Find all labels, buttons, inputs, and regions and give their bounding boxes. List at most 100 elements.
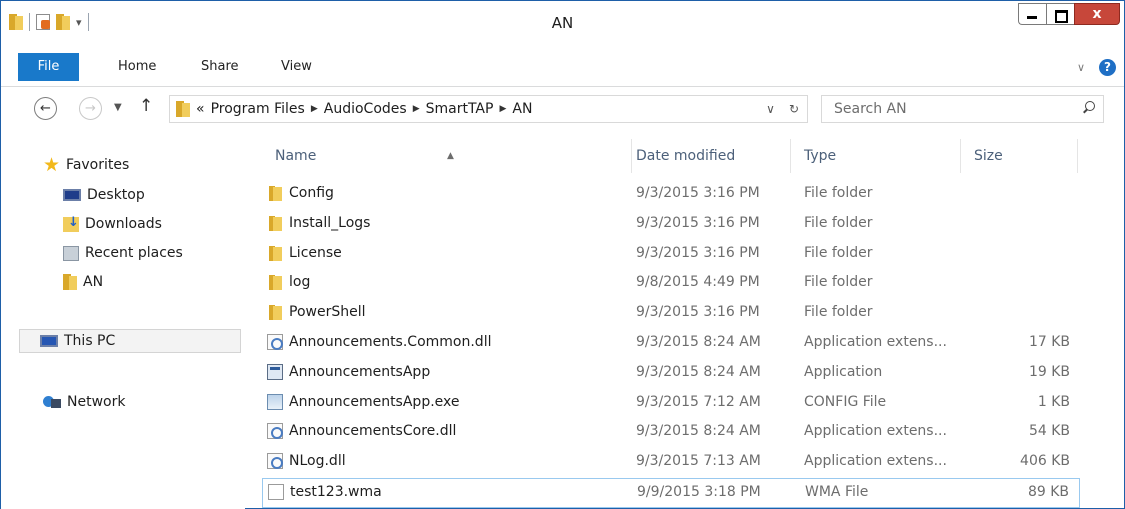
dll-icon bbox=[267, 423, 283, 440]
file-row[interactable]: PowerShell 9/3/2015 3:16 PM File folder bbox=[262, 299, 1080, 329]
nav-favorites[interactable]: ★ Favorites bbox=[43, 153, 129, 177]
file-date: 9/3/2015 3:16 PM bbox=[636, 244, 760, 261]
file-row[interactable]: NLog.dll 9/3/2015 7:13 AM Application exte… bbox=[262, 448, 1080, 478]
nav-label: This PC bbox=[64, 333, 116, 349]
column-header-name[interactable]: ▲ Name bbox=[262, 139, 632, 173]
nav-label: Downloads bbox=[85, 216, 162, 232]
file-size: 406 KB bbox=[1020, 453, 1070, 470]
file-type: Application bbox=[804, 363, 883, 380]
file-name-cell: AnnouncementsCore.dll bbox=[267, 423, 457, 440]
chevron-right-icon[interactable]: ▶ bbox=[499, 104, 506, 114]
column-header-date[interactable]: Date modified bbox=[623, 139, 791, 173]
window-title: AN bbox=[551, 14, 574, 32]
up-arrow-icon[interactable]: ↑ bbox=[139, 96, 153, 116]
column-label: Size bbox=[974, 148, 1003, 164]
folder-icon bbox=[63, 274, 77, 290]
file-name-cell: PowerShell bbox=[267, 304, 365, 321]
refresh-icon[interactable]: ↻ bbox=[789, 102, 799, 116]
folder-icon bbox=[267, 304, 283, 321]
file-name-cell: Config bbox=[267, 185, 334, 201]
chevron-right-icon[interactable]: ▶ bbox=[311, 104, 318, 114]
chevron-down-icon[interactable]: ∨ bbox=[766, 102, 775, 116]
breadcrumb: « Program Files ▶ AudioCodes ▶ SmartTAP … bbox=[196, 101, 532, 117]
file-type: File folder bbox=[804, 304, 873, 321]
breadcrumb-item[interactable]: SmartTAP bbox=[426, 101, 494, 117]
folder-icon bbox=[267, 245, 283, 261]
minimize-button[interactable] bbox=[1018, 3, 1046, 25]
nav-label: Desktop bbox=[87, 187, 145, 203]
file-size: 89 KB bbox=[1027, 484, 1069, 500]
tab-share[interactable]: Share bbox=[201, 53, 239, 81]
help-icon[interactable]: ? bbox=[1099, 59, 1116, 76]
nav-an[interactable]: AN bbox=[63, 270, 103, 294]
file-icon bbox=[268, 484, 284, 500]
address-row: ← → ▼ ↑ « Program Files ▶ AudioCodes ▶ S… bbox=[1, 87, 1124, 133]
file-row[interactable]: Config 9/3/2015 3:16 PM File folder bbox=[262, 180, 1080, 210]
star-icon: ★ bbox=[43, 154, 61, 176]
nav-downloads[interactable]: Downloads bbox=[63, 212, 162, 236]
tab-view[interactable]: View bbox=[281, 53, 312, 81]
nav-label: AN bbox=[83, 274, 104, 290]
column-label: Date modified bbox=[636, 148, 736, 164]
back-button[interactable]: ← bbox=[34, 97, 57, 120]
file-date: 9/3/2015 8:24 AM bbox=[636, 363, 761, 380]
chevron-right-icon[interactable]: ▶ bbox=[413, 104, 420, 114]
file-name-cell: Install_Logs bbox=[267, 215, 370, 231]
maximize-button[interactable] bbox=[1046, 3, 1074, 25]
nav-label: Recent places bbox=[85, 245, 183, 261]
file-row[interactable]: test123.wma 9/9/2015 3:18 PM WMA File 89 KB bbox=[262, 478, 1080, 508]
address-bar[interactable]: « Program Files ▶ AudioCodes ▶ SmartTAP … bbox=[169, 95, 808, 123]
file-row[interactable]: AnnouncementsCore.dll 9/3/2015 8:24 AM App… bbox=[262, 418, 1080, 448]
close-button[interactable]: x bbox=[1074, 3, 1120, 25]
file-date: 9/9/2015 3:18 PM bbox=[637, 484, 761, 500]
expand-ribbon-icon[interactable]: ∨ bbox=[1077, 61, 1085, 74]
file-row[interactable]: Install_Logs 9/3/2015 3:16 PM File folder bbox=[262, 210, 1080, 240]
file-name: NLog.dll bbox=[289, 453, 346, 470]
recent-locations-icon[interactable]: ▼ bbox=[114, 102, 122, 113]
file-name-cell: Announcements.Common.dll bbox=[267, 334, 491, 350]
forward-button[interactable]: → bbox=[79, 97, 102, 120]
file-row[interactable]: License 9/3/2015 3:16 PM File folder bbox=[262, 240, 1080, 270]
app-icon bbox=[267, 363, 283, 380]
nav-recent-places[interactable]: Recent places bbox=[63, 241, 183, 265]
file-type: WMA File bbox=[805, 484, 869, 500]
column-header-size[interactable]: Size bbox=[961, 139, 1078, 173]
breadcrumb-item[interactable]: AN bbox=[512, 101, 532, 117]
file-type: Application extens... bbox=[804, 334, 947, 350]
file-type: Application extens... bbox=[804, 423, 947, 440]
file-name-cell: log bbox=[267, 274, 310, 291]
dll-icon bbox=[267, 334, 283, 350]
file-row[interactable]: Announcements.Common.dll 9/3/2015 8:24 AM… bbox=[262, 329, 1080, 359]
file-name: AnnouncementsCore.dll bbox=[289, 423, 457, 440]
file-date: 9/3/2015 3:16 PM bbox=[636, 304, 760, 321]
file-type: CONFIG File bbox=[804, 393, 887, 410]
navigation-pane: ★ Favorites Desktop Downloads Recent pla… bbox=[1, 133, 245, 509]
column-label: Type bbox=[804, 148, 837, 164]
file-row[interactable]: log 9/8/2015 4:49 PM File folder bbox=[262, 269, 1080, 299]
file-name-cell: AnnouncementsApp bbox=[267, 363, 431, 380]
search-input[interactable]: Search AN bbox=[821, 95, 1104, 123]
address-actions: ∨ ↻ bbox=[766, 102, 799, 116]
nav-this-pc[interactable]: This PC bbox=[19, 329, 241, 353]
breadcrumb-item[interactable]: Program Files bbox=[211, 101, 305, 117]
computer-icon bbox=[40, 335, 58, 347]
nav-desktop[interactable]: Desktop bbox=[63, 183, 145, 207]
tab-home[interactable]: Home bbox=[118, 53, 156, 81]
network-icon bbox=[43, 395, 61, 409]
nav-network[interactable]: Network bbox=[43, 390, 125, 414]
breadcrumb-overflow[interactable]: « bbox=[196, 101, 205, 117]
breadcrumb-item[interactable]: AudioCodes bbox=[324, 101, 407, 117]
file-name-cell: License bbox=[267, 245, 342, 261]
ribbon: File Home Share View ∨ ? bbox=[1, 49, 1124, 87]
file-list: ▲ Name Date modified Type Size Config 9/3… bbox=[253, 133, 1124, 509]
search-icon[interactable] bbox=[1083, 101, 1095, 113]
window-controls: x bbox=[1018, 3, 1120, 25]
file-type: File folder bbox=[804, 185, 873, 201]
column-header-type[interactable]: Type bbox=[791, 139, 961, 173]
file-row[interactable]: AnnouncementsApp 9/3/2015 8:24 AM Applicat… bbox=[262, 359, 1080, 389]
folder-icon bbox=[267, 185, 283, 201]
tab-file[interactable]: File bbox=[18, 53, 79, 81]
file-row[interactable]: AnnouncementsApp.exe 9/3/2015 7:12 AM CONF… bbox=[262, 389, 1080, 419]
file-name: AnnouncementsApp bbox=[289, 363, 431, 380]
explorer-window: ▾ AN x File Home Share View ∨ ? ← → ▼ ↑ … bbox=[0, 0, 1125, 509]
